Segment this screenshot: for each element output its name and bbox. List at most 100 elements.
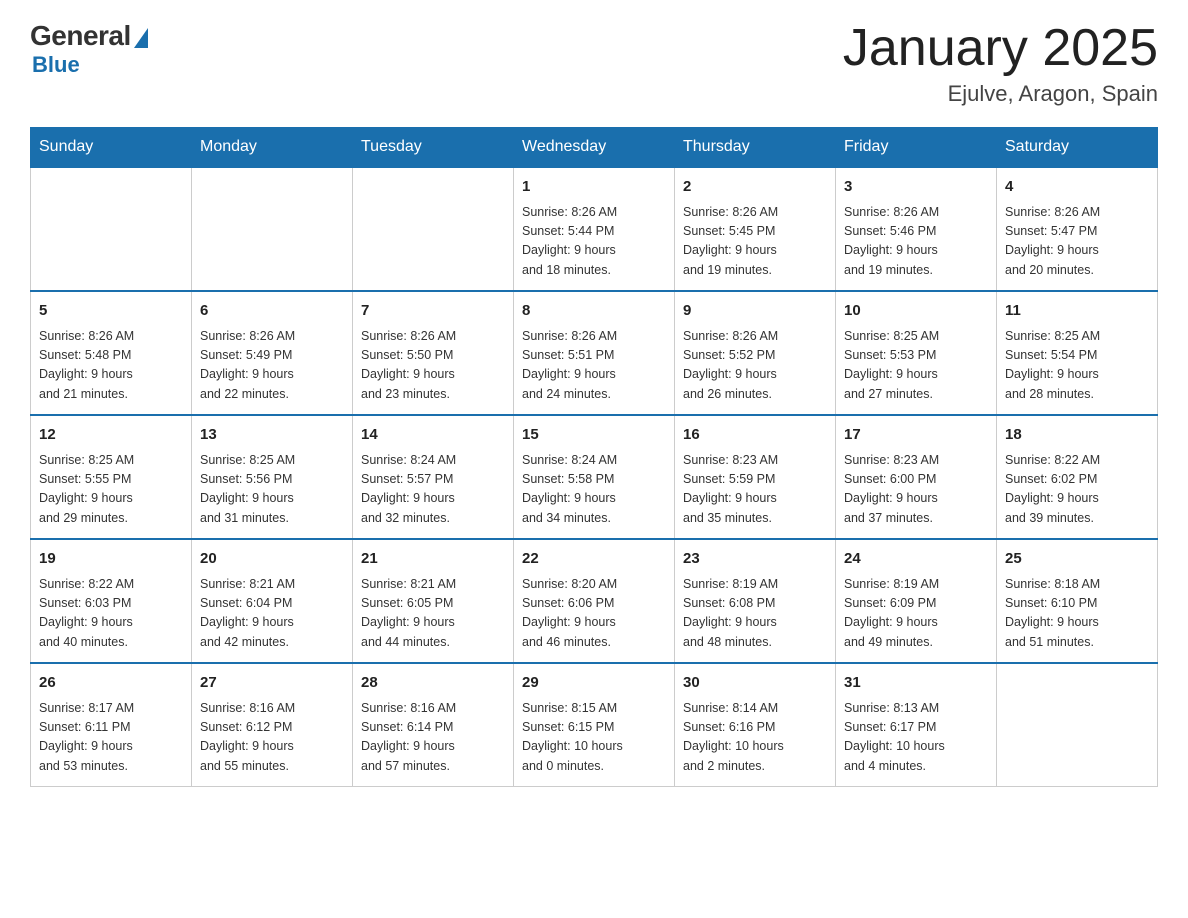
calendar-cell [353, 167, 514, 291]
calendar-cell: 31 Sunrise: 8:13 AM Sunset: 6:17 PM Dayli… [836, 663, 997, 787]
calendar-cell: 29 Sunrise: 8:15 AM Sunset: 6:15 PM Dayli… [514, 663, 675, 787]
calendar-cell: 3Sunrise: 8:26 AM Sunset: 5:46 PM Daylig… [836, 167, 997, 291]
day-info: Sunrise: 8:26 AM Sunset: 5:44 PM Dayligh… [522, 203, 666, 281]
day-number: 10 [844, 300, 988, 323]
location-text: Ejulve, Aragon, Spain [843, 81, 1158, 107]
calendar-cell: 25Sunrise: 8:18 AM Sunset: 6:10 PM Dayli… [997, 539, 1158, 663]
header-friday: Friday [836, 128, 997, 168]
calendar-cell: 18Sunrise: 8:22 AM Sunset: 6:02 PM Dayli… [997, 415, 1158, 539]
calendar-cell: 27 Sunrise: 8:16 AM Sunset: 6:12 PM Dayli… [192, 663, 353, 787]
day-info: Sunrise: 8:26 AM Sunset: 5:47 PM Dayligh… [1005, 203, 1149, 281]
day-info: Sunrise: 8:26 AM Sunset: 5:52 PM Dayligh… [683, 327, 827, 405]
day-number: 27 [200, 672, 344, 695]
calendar-cell: 16 Sunrise: 8:23 AM Sunset: 5:59 PM Dayli… [675, 415, 836, 539]
header-wednesday: Wednesday [514, 128, 675, 168]
calendar-cell: 14 Sunrise: 8:24 AM Sunset: 5:57 PM Dayli… [353, 415, 514, 539]
logo-blue-text: Blue [32, 52, 80, 78]
day-number: 1 [522, 176, 666, 199]
day-number: 26 [39, 672, 183, 695]
calendar-cell: 2Sunrise: 8:26 AM Sunset: 5:45 PM Daylig… [675, 167, 836, 291]
day-info: Sunrise: 8:24 AM Sunset: 5:57 PM Dayligh… [361, 451, 505, 529]
day-info: Sunrise: 8:24 AM Sunset: 5:58 PM Dayligh… [522, 451, 666, 529]
day-info: Sunrise: 8:25 AM Sunset: 5:53 PM Dayligh… [844, 327, 988, 405]
day-number: 31 [844, 672, 988, 695]
day-number: 13 [200, 424, 344, 447]
header-monday: Monday [192, 128, 353, 168]
calendar-cell: 8 Sunrise: 8:26 AM Sunset: 5:51 PM Daylig… [514, 291, 675, 415]
day-info: Sunrise: 8:19 AM Sunset: 6:08 PM Dayligh… [683, 575, 827, 653]
title-block: January 2025 Ejulve, Aragon, Spain [843, 20, 1158, 107]
day-number: 8 [522, 300, 666, 323]
calendar-cell: 9 Sunrise: 8:26 AM Sunset: 5:52 PM Daylig… [675, 291, 836, 415]
day-info: Sunrise: 8:20 AM Sunset: 6:06 PM Dayligh… [522, 575, 666, 653]
day-info: Sunrise: 8:16 AM Sunset: 6:14 PM Dayligh… [361, 699, 505, 777]
calendar-cell: 13 Sunrise: 8:25 AM Sunset: 5:56 PM Dayli… [192, 415, 353, 539]
day-number: 11 [1005, 300, 1149, 323]
day-info: Sunrise: 8:23 AM Sunset: 6:00 PM Dayligh… [844, 451, 988, 529]
week-row-3: 19 Sunrise: 8:22 AM Sunset: 6:03 PM Dayli… [31, 539, 1158, 663]
day-number: 6 [200, 300, 344, 323]
header-thursday: Thursday [675, 128, 836, 168]
day-info: Sunrise: 8:25 AM Sunset: 5:55 PM Dayligh… [39, 451, 183, 529]
day-number: 23 [683, 548, 827, 571]
week-row-1: 5 Sunrise: 8:26 AM Sunset: 5:48 PM Daylig… [31, 291, 1158, 415]
day-number: 12 [39, 424, 183, 447]
day-info: Sunrise: 8:26 AM Sunset: 5:50 PM Dayligh… [361, 327, 505, 405]
calendar-header-row: SundayMondayTuesdayWednesdayThursdayFrid… [31, 128, 1158, 168]
calendar-cell: 19 Sunrise: 8:22 AM Sunset: 6:03 PM Dayli… [31, 539, 192, 663]
calendar-cell: 5 Sunrise: 8:26 AM Sunset: 5:48 PM Daylig… [31, 291, 192, 415]
calendar-cell: 23 Sunrise: 8:19 AM Sunset: 6:08 PM Dayli… [675, 539, 836, 663]
day-info: Sunrise: 8:25 AM Sunset: 5:56 PM Dayligh… [200, 451, 344, 529]
calendar-cell: 6Sunrise: 8:26 AM Sunset: 5:49 PM Daylig… [192, 291, 353, 415]
day-number: 22 [522, 548, 666, 571]
calendar-cell: 17 Sunrise: 8:23 AM Sunset: 6:00 PM Dayli… [836, 415, 997, 539]
day-info: Sunrise: 8:21 AM Sunset: 6:04 PM Dayligh… [200, 575, 344, 653]
day-info: Sunrise: 8:23 AM Sunset: 5:59 PM Dayligh… [683, 451, 827, 529]
day-info: Sunrise: 8:25 AM Sunset: 5:54 PM Dayligh… [1005, 327, 1149, 405]
day-info: Sunrise: 8:18 AM Sunset: 6:10 PM Dayligh… [1005, 575, 1149, 653]
calendar-cell: 4 Sunrise: 8:26 AM Sunset: 5:47 PM Daylig… [997, 167, 1158, 291]
day-number: 29 [522, 672, 666, 695]
week-row-0: 1 Sunrise: 8:26 AM Sunset: 5:44 PM Daylig… [31, 167, 1158, 291]
calendar-cell: 20 Sunrise: 8:21 AM Sunset: 6:04 PM Dayli… [192, 539, 353, 663]
day-number: 5 [39, 300, 183, 323]
day-number: 28 [361, 672, 505, 695]
day-number: 21 [361, 548, 505, 571]
day-number: 19 [39, 548, 183, 571]
day-number: 4 [1005, 176, 1149, 199]
day-number: 20 [200, 548, 344, 571]
day-number: 3 [844, 176, 988, 199]
page-header: General Blue January 2025 Ejulve, Aragon… [30, 20, 1158, 107]
header-tuesday: Tuesday [353, 128, 514, 168]
day-number: 17 [844, 424, 988, 447]
calendar-cell: 24Sunrise: 8:19 AM Sunset: 6:09 PM Dayli… [836, 539, 997, 663]
calendar-cell: 22 Sunrise: 8:20 AM Sunset: 6:06 PM Dayli… [514, 539, 675, 663]
day-info: Sunrise: 8:26 AM Sunset: 5:48 PM Dayligh… [39, 327, 183, 405]
day-number: 9 [683, 300, 827, 323]
day-number: 14 [361, 424, 505, 447]
calendar-cell: 28 Sunrise: 8:16 AM Sunset: 6:14 PM Dayli… [353, 663, 514, 787]
header-saturday: Saturday [997, 128, 1158, 168]
day-info: Sunrise: 8:17 AM Sunset: 6:11 PM Dayligh… [39, 699, 183, 777]
calendar-cell [31, 167, 192, 291]
day-info: Sunrise: 8:13 AM Sunset: 6:17 PM Dayligh… [844, 699, 988, 777]
day-info: Sunrise: 8:16 AM Sunset: 6:12 PM Dayligh… [200, 699, 344, 777]
calendar-cell: 7Sunrise: 8:26 AM Sunset: 5:50 PM Daylig… [353, 291, 514, 415]
logo-triangle-icon [134, 28, 148, 48]
calendar-cell: 1 Sunrise: 8:26 AM Sunset: 5:44 PM Daylig… [514, 167, 675, 291]
calendar-cell: 15Sunrise: 8:24 AM Sunset: 5:58 PM Dayli… [514, 415, 675, 539]
header-sunday: Sunday [31, 128, 192, 168]
logo-general-text: General [30, 20, 131, 52]
day-info: Sunrise: 8:19 AM Sunset: 6:09 PM Dayligh… [844, 575, 988, 653]
day-info: Sunrise: 8:14 AM Sunset: 6:16 PM Dayligh… [683, 699, 827, 777]
day-info: Sunrise: 8:26 AM Sunset: 5:51 PM Dayligh… [522, 327, 666, 405]
calendar-cell [192, 167, 353, 291]
day-number: 16 [683, 424, 827, 447]
day-info: Sunrise: 8:15 AM Sunset: 6:15 PM Dayligh… [522, 699, 666, 777]
day-info: Sunrise: 8:22 AM Sunset: 6:03 PM Dayligh… [39, 575, 183, 653]
month-title: January 2025 [843, 20, 1158, 77]
day-number: 30 [683, 672, 827, 695]
calendar-cell: 26 Sunrise: 8:17 AM Sunset: 6:11 PM Dayli… [31, 663, 192, 787]
calendar-table: SundayMondayTuesdayWednesdayThursdayFrid… [30, 127, 1158, 787]
calendar-cell: 30 Sunrise: 8:14 AM Sunset: 6:16 PM Dayli… [675, 663, 836, 787]
